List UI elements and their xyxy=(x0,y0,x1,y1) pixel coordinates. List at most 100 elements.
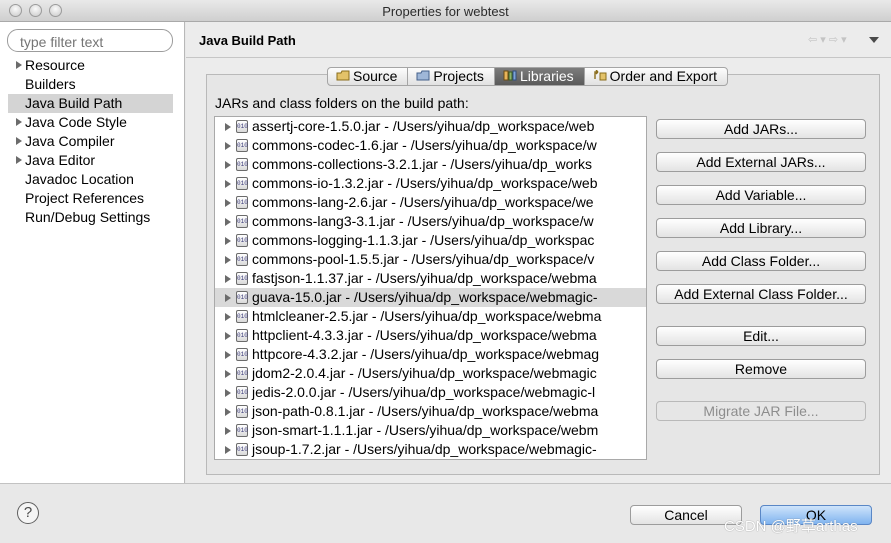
expand-triangle-icon[interactable] xyxy=(16,137,22,145)
jar-list-item[interactable]: 010 json-path-0.8.1.jar - /Users/yihua/dp… xyxy=(215,402,646,421)
projects-icon xyxy=(416,68,430,85)
jar-file-icon: 010 xyxy=(236,329,248,342)
add-library-button[interactable]: Add Library... xyxy=(656,218,866,238)
jar-list[interactable]: 010 assertj-core-1.5.0.jar - /Users/yihua… xyxy=(214,116,647,460)
add-variable-button[interactable]: Add Variable... xyxy=(656,185,866,205)
jar-file-icon: 010 xyxy=(236,158,248,171)
add-external-jars-button[interactable]: Add External JARs... xyxy=(656,152,866,172)
expand-triangle-icon[interactable] xyxy=(225,313,231,321)
jar-list-item-label: json-smart-1.1.1.jar - /Users/yihua/dp_w… xyxy=(252,422,599,438)
jar-list-item[interactable]: 010 jsoup-1.7.2.jar - /Users/yihua/dp_wor… xyxy=(215,440,646,459)
jar-list-item[interactable]: 010 commons-pool-1.5.5.jar - /Users/yihua… xyxy=(215,250,646,269)
edit-button[interactable]: Edit... xyxy=(656,326,866,346)
jar-list-item[interactable]: 010 jdom2-2.0.4.jar - /Users/yihua/dp_wor… xyxy=(215,364,646,383)
help-icon[interactable]: ? xyxy=(17,502,39,524)
expand-triangle-icon[interactable] xyxy=(225,161,231,169)
jar-list-item-label: commons-logging-1.1.3.jar - /Users/yihua… xyxy=(252,232,595,248)
expand-triangle-icon[interactable] xyxy=(225,446,231,454)
tab-source[interactable]: Source xyxy=(328,68,409,85)
history-nav-icons: ⇦ ▾ ⇨ ▾ xyxy=(808,34,847,46)
jar-list-item[interactable]: 010 commons-io-1.3.2.jar - /Users/yihua/d… xyxy=(215,174,646,193)
expand-triangle-icon[interactable] xyxy=(225,218,231,226)
jar-list-item-label: commons-io-1.3.2.jar - /Users/yihua/dp_w… xyxy=(252,175,598,191)
nav-item-project-references[interactable]: Project References xyxy=(8,189,173,208)
jar-list-item[interactable]: 010 commons-logging-1.1.3.jar - /Users/yi… xyxy=(215,231,646,250)
jar-list-item[interactable]: 010 httpcore-4.3.2.jar - /Users/yihua/dp_… xyxy=(215,345,646,364)
nav-item-builders[interactable]: Builders xyxy=(8,75,173,94)
jar-list-item-label: commons-lang3-3.1.jar - /Users/yihua/dp_… xyxy=(252,213,594,229)
expand-triangle-icon[interactable] xyxy=(225,256,231,264)
jar-list-item[interactable]: 010 assertj-core-1.5.0.jar - /Users/yihua… xyxy=(215,117,646,136)
expand-triangle-icon[interactable] xyxy=(225,180,231,188)
nav-item-run-debug-settings[interactable]: Run/Debug Settings xyxy=(8,208,173,227)
title-bar: Properties for webtest xyxy=(0,0,891,22)
nav-item-javadoc-location[interactable]: Javadoc Location xyxy=(8,170,173,189)
nav-item-label: Javadoc Location xyxy=(25,171,134,187)
tab-label: Order and Export xyxy=(609,68,718,84)
expand-triangle-icon[interactable] xyxy=(225,427,231,435)
expand-triangle-icon[interactable] xyxy=(225,275,231,283)
jar-list-item-label: commons-collections-3.2.1.jar - /Users/y… xyxy=(252,156,593,172)
tab-bar: Source Projects Libraries Order and Export xyxy=(327,67,729,86)
nav-item-label: Java Build Path xyxy=(25,95,123,111)
remove-button[interactable]: Remove xyxy=(656,359,866,379)
jar-list-item[interactable]: 010 commons-codec-1.6.jar - /Users/yihua/… xyxy=(215,136,646,155)
expand-triangle-icon[interactable] xyxy=(16,118,22,126)
expand-triangle-icon[interactable] xyxy=(225,370,231,378)
jar-list-item[interactable]: 010 json-smart-1.1.1.jar - /Users/yihua/d… xyxy=(215,421,646,440)
page-title: Java Build Path xyxy=(199,33,296,48)
add-class-folder-button[interactable]: Add Class Folder... xyxy=(656,251,866,271)
jar-list-item-label: httpclient-4.3.3.jar - /Users/yihua/dp_w… xyxy=(252,327,597,343)
window-title: Properties for webtest xyxy=(382,4,509,19)
tab-projects[interactable]: Projects xyxy=(408,68,495,85)
jar-file-icon: 010 xyxy=(236,405,248,418)
expand-triangle-icon[interactable] xyxy=(225,351,231,359)
nav-item-label: Builders xyxy=(25,76,76,92)
expand-triangle-icon[interactable] xyxy=(16,61,22,69)
nav-item-java-code-style[interactable]: Java Code Style xyxy=(8,113,173,132)
expand-triangle-icon[interactable] xyxy=(225,237,231,245)
jar-list-item[interactable]: 010 commons-lang-2.6.jar - /Users/yihua/d… xyxy=(215,193,646,212)
jar-file-icon: 010 xyxy=(236,253,248,266)
add-external-class-folder-button[interactable]: Add External Class Folder... xyxy=(656,284,866,304)
nav-item-label: Java Compiler xyxy=(25,133,115,149)
jar-file-icon: 010 xyxy=(236,215,248,228)
jar-list-item[interactable]: 010 commons-lang3-3.1.jar - /Users/yihua/… xyxy=(215,212,646,231)
nav-item-label: Run/Debug Settings xyxy=(25,209,151,225)
expand-triangle-icon[interactable] xyxy=(225,408,231,416)
jar-file-icon: 010 xyxy=(236,139,248,152)
jar-file-icon: 010 xyxy=(236,196,248,209)
tab-libraries[interactable]: Libraries xyxy=(494,68,585,85)
jar-file-icon: 010 xyxy=(236,234,248,247)
expand-triangle-icon[interactable] xyxy=(225,123,231,131)
filter-input[interactable] xyxy=(7,29,173,52)
tab-order-and-export[interactable]: Order and Export xyxy=(585,68,727,85)
nav-item-resource[interactable]: Resource xyxy=(8,56,173,75)
nav-item-java-editor[interactable]: Java Editor xyxy=(8,151,173,170)
expand-triangle-icon[interactable] xyxy=(225,332,231,340)
jar-list-item[interactable]: 010 htmlcleaner-2.5.jar - /Users/yihua/dp… xyxy=(215,307,646,326)
nav-item-java-compiler[interactable]: Java Compiler xyxy=(8,132,173,151)
jar-list-item[interactable]: 010 guava-15.0.jar - /Users/yihua/dp_work… xyxy=(215,288,646,307)
content-pane: Java Build Path ⇦ ▾ ⇨ ▾ Source Projects Li… xyxy=(186,22,891,483)
jar-list-item[interactable]: 010 fastjson-1.1.37.jar - /Users/yihua/dp… xyxy=(215,269,646,288)
nav-item-java-build-path[interactable]: Java Build Path xyxy=(8,94,173,113)
jar-list-item-label: jsoup-1.7.2.jar - /Users/yihua/dp_worksp… xyxy=(252,441,597,457)
order-and-export-icon xyxy=(593,68,607,85)
expand-triangle-icon[interactable] xyxy=(225,199,231,207)
view-menu-icon[interactable] xyxy=(869,37,879,44)
jar-list-item[interactable]: 010 httpclient-4.3.3.jar - /Users/yihua/d… xyxy=(215,326,646,345)
jar-list-item-label: htmlcleaner-2.5.jar - /Users/yihua/dp_wo… xyxy=(252,308,602,324)
expand-triangle-icon[interactable] xyxy=(225,294,231,302)
jar-file-icon: 010 xyxy=(236,120,248,133)
expand-triangle-icon[interactable] xyxy=(225,142,231,150)
jar-file-icon: 010 xyxy=(236,272,248,285)
jar-list-item[interactable]: 010 commons-collections-3.2.1.jar - /User… xyxy=(215,155,646,174)
jar-list-item-label: json-path-0.8.1.jar - /Users/yihua/dp_wo… xyxy=(252,403,599,419)
expand-triangle-icon[interactable] xyxy=(225,389,231,397)
expand-triangle-icon[interactable] xyxy=(16,156,22,164)
jar-list-item[interactable]: 010 jedis-2.0.0.jar - /Users/yihua/dp_wor… xyxy=(215,383,646,402)
add-jars-button[interactable]: Add JARs... xyxy=(656,119,866,139)
nav-item-label: Resource xyxy=(25,57,85,73)
jar-file-icon: 010 xyxy=(236,386,248,399)
